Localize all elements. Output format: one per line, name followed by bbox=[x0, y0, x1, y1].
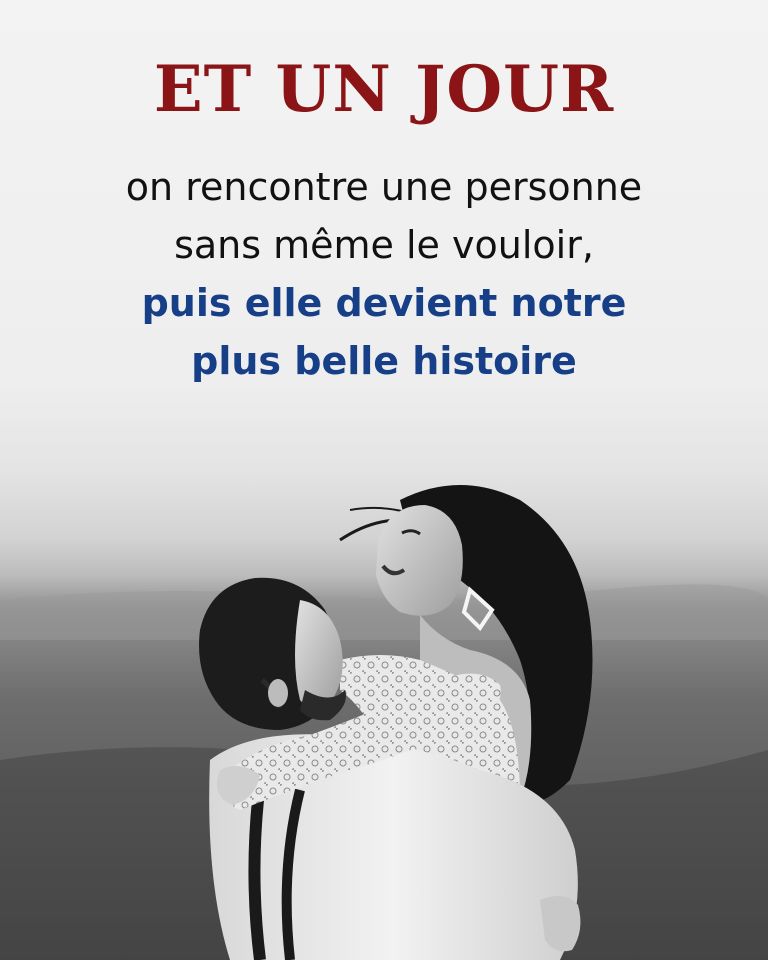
highlight-line-2: plus belle histoire bbox=[191, 339, 577, 383]
headline: ET UN JOUR bbox=[153, 52, 615, 127]
couple-embrace-photo bbox=[0, 485, 768, 960]
highlight-line-1: puis elle devient notre bbox=[141, 281, 627, 325]
quote-poster: ET UN JOUR on rencontre une personne san… bbox=[0, 0, 768, 960]
quote-line-1: on rencontre une personne bbox=[125, 165, 643, 209]
quote-line-2: sans même le vouloir, bbox=[174, 223, 594, 267]
